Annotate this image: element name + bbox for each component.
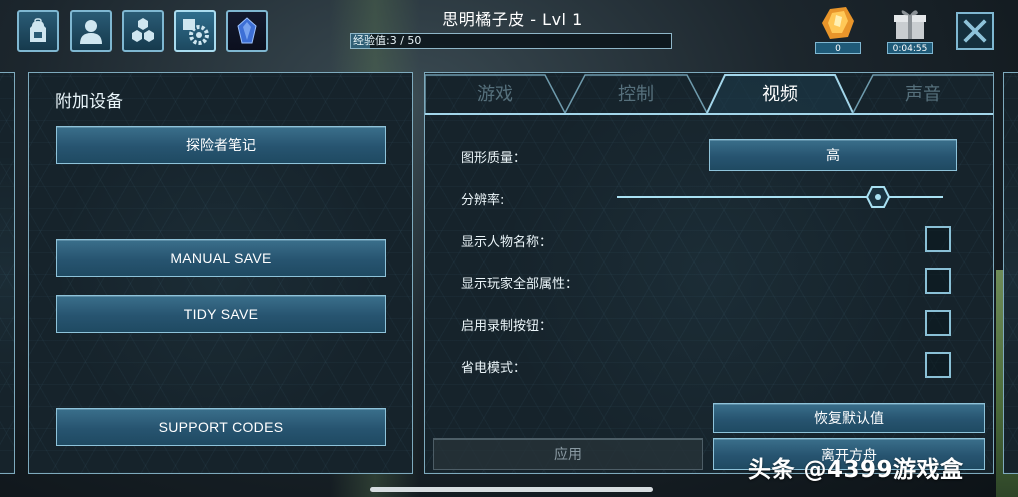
enable-record-button-checkbox[interactable]: [925, 310, 951, 336]
gift-timer-value: 0:04:55: [887, 42, 933, 54]
resolution-slider-handle[interactable]: [865, 185, 890, 209]
resolution-label: 分辨率:: [461, 193, 505, 208]
power-saving-mode-checkbox[interactable]: [925, 352, 951, 378]
settings-panel: 游戏 控制 视频 声音 图形质量： 高 分辨率: 显示人物名称： 显示玩家全部属…: [424, 72, 994, 474]
accessories-title: 附加设备: [55, 92, 123, 112]
support-codes-button[interactable]: SUPPORT CODES: [56, 408, 386, 446]
tab-sound[interactable]: 声音: [853, 73, 993, 113]
manual-save-button[interactable]: MANUAL SAVE: [56, 239, 386, 277]
close-button[interactable]: [956, 12, 994, 50]
show-all-player-stats-label: 显示玩家全部属性：: [461, 277, 579, 292]
right-edge-panel: [1003, 72, 1018, 474]
tab-underline: [425, 113, 993, 115]
element-crystal-value: 0: [815, 42, 861, 54]
element-crystal-counter[interactable]: 0: [815, 4, 861, 54]
explorer-notes-button[interactable]: 探险者笔记: [56, 126, 386, 164]
enable-record-button-label: 启用录制按钮：: [461, 319, 553, 334]
left-edge-panel: [0, 72, 15, 474]
settings-gear-icon[interactable]: [174, 10, 216, 52]
tidy-save-button[interactable]: TIDY SAVE: [56, 295, 386, 333]
xp-bar: 经验值:3 / 50: [350, 33, 672, 49]
element-crystal-icon: [815, 4, 861, 42]
home-indicator[interactable]: [370, 487, 653, 492]
character-icon[interactable]: [70, 10, 112, 52]
element-icon[interactable]: [226, 10, 268, 52]
show-character-names-checkbox[interactable]: [925, 226, 951, 252]
resolution-slider[interactable]: [617, 196, 943, 198]
player-title: 思明橘子皮 - Lvl 1: [442, 10, 583, 29]
gift-timer[interactable]: 0:04:55: [887, 4, 933, 54]
graphics-quality-label: 图形质量：: [461, 151, 527, 166]
power-saving-mode-label: 省电模式：: [461, 361, 527, 376]
close-icon: [963, 19, 987, 43]
backpack-icon[interactable]: [17, 10, 59, 52]
watermark: 头条 @4399游戏盒: [748, 457, 964, 483]
show-all-player-stats-checkbox[interactable]: [925, 268, 951, 294]
apply-button[interactable]: 应用: [433, 438, 703, 470]
graphics-quality-select[interactable]: 高: [709, 139, 957, 171]
xp-label: 经验值:3 / 50: [353, 34, 422, 47]
tab-video[interactable]: 视频: [707, 73, 853, 113]
tribe-hex-icon[interactable]: [122, 10, 164, 52]
restore-defaults-button[interactable]: 恢复默认值: [713, 403, 985, 433]
accessories-panel: 附加设备 探险者笔记 MANUAL SAVE TIDY SAVE SUPPORT…: [28, 72, 413, 474]
gift-box-icon: [887, 4, 933, 42]
show-character-names-label: 显示人物名称：: [461, 235, 553, 250]
